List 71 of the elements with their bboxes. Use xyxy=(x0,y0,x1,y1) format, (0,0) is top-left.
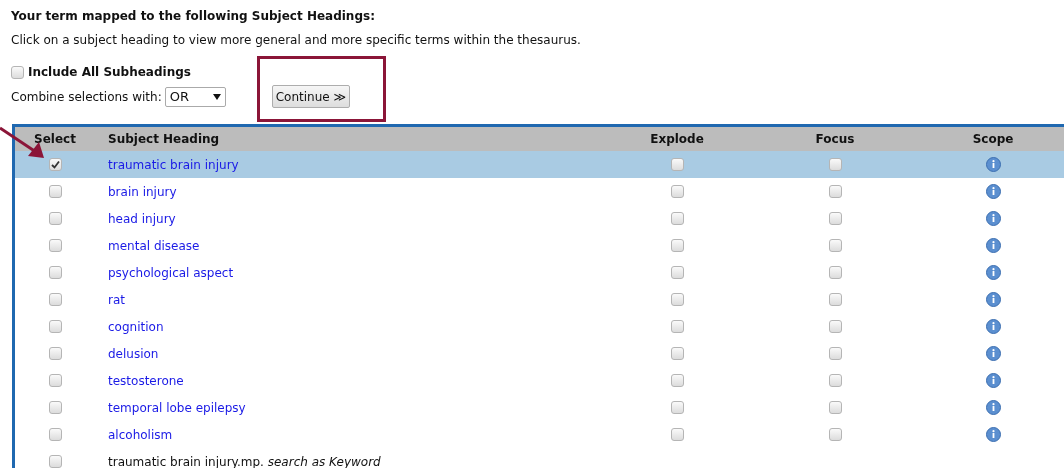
subject-link[interactable]: alcoholism xyxy=(108,427,173,442)
info-icon[interactable] xyxy=(985,157,1001,172)
checkbox-label: Include All Subheadings xyxy=(28,64,191,81)
checkbox[interactable] xyxy=(828,266,842,279)
info-icon[interactable] xyxy=(985,238,1001,253)
checkbox[interactable] xyxy=(828,185,842,198)
instructions-text: Click on a subject heading to view more general and more specific terms within the thesaurus. xyxy=(11,33,581,47)
checkbox[interactable] xyxy=(828,320,842,333)
checkbox[interactable] xyxy=(670,266,684,279)
info-icon[interactable] xyxy=(985,400,1001,415)
checkbox[interactable] xyxy=(670,212,684,225)
subject-link[interactable]: mental disease xyxy=(108,238,200,253)
checkbox[interactable] xyxy=(828,374,842,387)
checkbox[interactable] xyxy=(828,401,842,414)
subject-link[interactable]: traumatic brain injury xyxy=(108,157,239,172)
subject-link[interactable]: rat xyxy=(108,292,125,307)
info-icon[interactable] xyxy=(985,346,1001,361)
info-icon[interactable] xyxy=(985,211,1001,226)
checkbox[interactable] xyxy=(828,212,842,225)
info-icon[interactable] xyxy=(985,292,1001,307)
checkbox[interactable] xyxy=(49,239,62,252)
column-header: Select xyxy=(34,131,76,148)
checkbox[interactable] xyxy=(49,401,62,414)
subject-link[interactable]: psychological aspect xyxy=(108,265,234,280)
checkbox[interactable] xyxy=(828,158,842,171)
checkbox[interactable] xyxy=(670,185,684,198)
checkbox[interactable] xyxy=(670,239,684,252)
info-icon[interactable] xyxy=(985,373,1001,388)
column-header: Focus xyxy=(815,131,855,148)
caret-icon xyxy=(212,93,221,100)
checkbox[interactable] xyxy=(11,65,24,79)
combine-label: Combine selections with: xyxy=(11,88,162,106)
checkbox[interactable] xyxy=(49,455,62,468)
checkbox[interactable] xyxy=(670,347,684,360)
checkbox[interactable] xyxy=(828,347,842,360)
column-header: Explode xyxy=(650,131,704,148)
checkbox[interactable] xyxy=(49,347,62,360)
info-icon[interactable] xyxy=(985,427,1001,442)
checkbox[interactable] xyxy=(49,320,62,333)
checkbox[interactable] xyxy=(49,185,62,198)
checkbox[interactable] xyxy=(828,428,842,441)
checkbox[interactable] xyxy=(49,158,62,171)
checkbox[interactable] xyxy=(670,320,684,333)
checkbox[interactable] xyxy=(670,293,684,306)
checkbox[interactable] xyxy=(670,158,684,171)
page-heading: Your term mapped to the following Subject Headings: xyxy=(11,8,375,25)
checkbox[interactable] xyxy=(49,374,62,387)
checkbox[interactable] xyxy=(49,212,62,225)
info-icon[interactable] xyxy=(985,265,1001,280)
subject-link[interactable]: temporal lobe epilepsy xyxy=(108,400,246,415)
checkbox[interactable] xyxy=(670,374,684,387)
checkbox[interactable] xyxy=(828,293,842,306)
continue-button[interactable]: Continue ≫ xyxy=(271,85,350,108)
checkbox[interactable] xyxy=(828,239,842,252)
subject-link[interactable]: head injury xyxy=(108,211,176,226)
subject-link[interactable]: cognition xyxy=(108,319,164,334)
checkbox[interactable] xyxy=(49,428,62,441)
checkbox[interactable] xyxy=(670,401,684,414)
keyword-search-text: traumatic brain injury.mp. search as Keyword xyxy=(108,454,381,468)
subject-link[interactable]: testosterone xyxy=(108,373,184,388)
checkbox[interactable] xyxy=(49,266,62,279)
info-icon[interactable] xyxy=(985,184,1001,199)
table-row[interactable]: traumatic brain injury xyxy=(15,151,1064,178)
column-header: Scope xyxy=(972,131,1014,148)
subject-link[interactable]: brain injury xyxy=(108,184,177,199)
column-header: Subject Heading xyxy=(108,132,220,146)
subject-link[interactable]: delusion xyxy=(108,346,159,361)
combine-select[interactable]: OR xyxy=(164,86,226,107)
info-icon[interactable] xyxy=(985,319,1001,334)
checkbox[interactable] xyxy=(49,293,62,306)
checkbox[interactable] xyxy=(670,428,684,441)
